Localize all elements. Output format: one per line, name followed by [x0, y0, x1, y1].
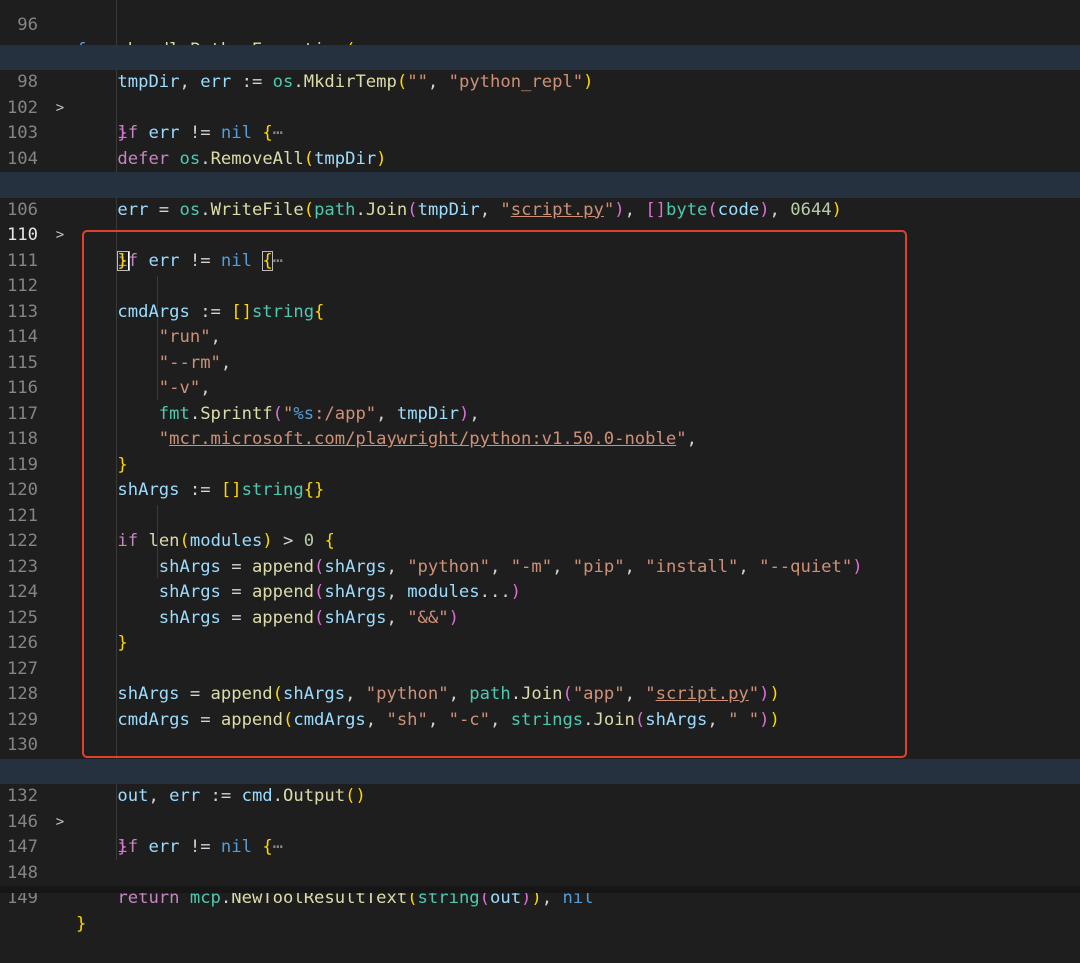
- code-line[interactable]: 128 cmdArgs = append(cmdArgs, "sh", "-c"…: [0, 657, 1080, 730]
- code-line[interactable]: 113 "run",: [0, 274, 1080, 348]
- code-line[interactable]: 104: [0, 121, 1080, 169]
- code-line[interactable]: 115 "-v",: [0, 325, 1080, 399]
- code-line[interactable]: 120: [0, 453, 1080, 500]
- code-line[interactable]: 123 shArgs = append(shArgs, modules...): [0, 529, 1080, 603]
- code-line-active[interactable]: 110 }: [0, 198, 1080, 271]
- code-line[interactable]: 121 if len(modules) > 0 {: [0, 478, 1080, 552]
- code-line[interactable]: 147: [0, 810, 1080, 857]
- code-line[interactable]: 127 shArgs = append(shArgs, "python", pa…: [0, 631, 1080, 705]
- code-line[interactable]: 97 tmpDir, err := os.MkdirTemp("", "pyth…: [0, 19, 1080, 93]
- code-line[interactable]: 131 out, err := cmd.Output(): [0, 733, 1080, 807]
- code-line[interactable]: 130 cmd := exec.Command("docker", cmdArg…: [0, 708, 1080, 781]
- code-line-folded[interactable]: 106 > if err != nil {⋯: [0, 172, 1080, 271]
- editor-bottom-edge: [0, 886, 1080, 893]
- code-editor[interactable]: 96 func handlePythonExecution( 97 tmpDir…: [0, 0, 1080, 934]
- code-line[interactable]: 117 "mcr.microsoft.com/playwright/python…: [0, 376, 1080, 450]
- code-line[interactable]: 129: [0, 682, 1080, 730]
- code-line[interactable]: 114 "--rm",: [0, 300, 1080, 373]
- code-line-folded[interactable]: 98 > if err != nil {⋯: [0, 44, 1080, 143]
- code-line[interactable]: 118 }: [0, 402, 1080, 475]
- code-line[interactable]: 105 err = os.WriteFile(path.Join(tmpDir,…: [0, 147, 1080, 220]
- code-line[interactable]: 122 shArgs = append(shArgs, "python", "-…: [0, 504, 1080, 577]
- code-line-folded[interactable]: 132 > if err != nil {⋯: [0, 758, 1080, 857]
- code-line-partial[interactable]: 96 func handlePythonExecution(: [0, 0, 1080, 61]
- code-line[interactable]: 149 }: [0, 861, 1080, 934]
- code-line[interactable]: 102 }: [0, 70, 1080, 144]
- code-line[interactable]: 112 cmdArgs := []string{: [0, 249, 1080, 322]
- code-line[interactable]: 103 defer os.RemoveAll(tmpDir): [0, 96, 1080, 169]
- code-line[interactable]: 125 }: [0, 580, 1080, 654]
- code-line[interactable]: 126: [0, 606, 1080, 653]
- code-line[interactable]: 116 fmt.Sprintf("%s:/app", tmpDir),: [0, 351, 1080, 424]
- code-line[interactable]: 146 }: [0, 784, 1080, 858]
- code-text: }: [76, 913, 87, 934]
- code-line[interactable]: 119 shArgs := []string{}: [0, 427, 1080, 501]
- code-line[interactable]: 124 shArgs = append(shArgs, "&&"): [0, 555, 1080, 628]
- code-line[interactable]: 148 return mcp.NewToolResultText(string(…: [0, 835, 1080, 909]
- code-line[interactable]: 111: [0, 223, 1080, 271]
